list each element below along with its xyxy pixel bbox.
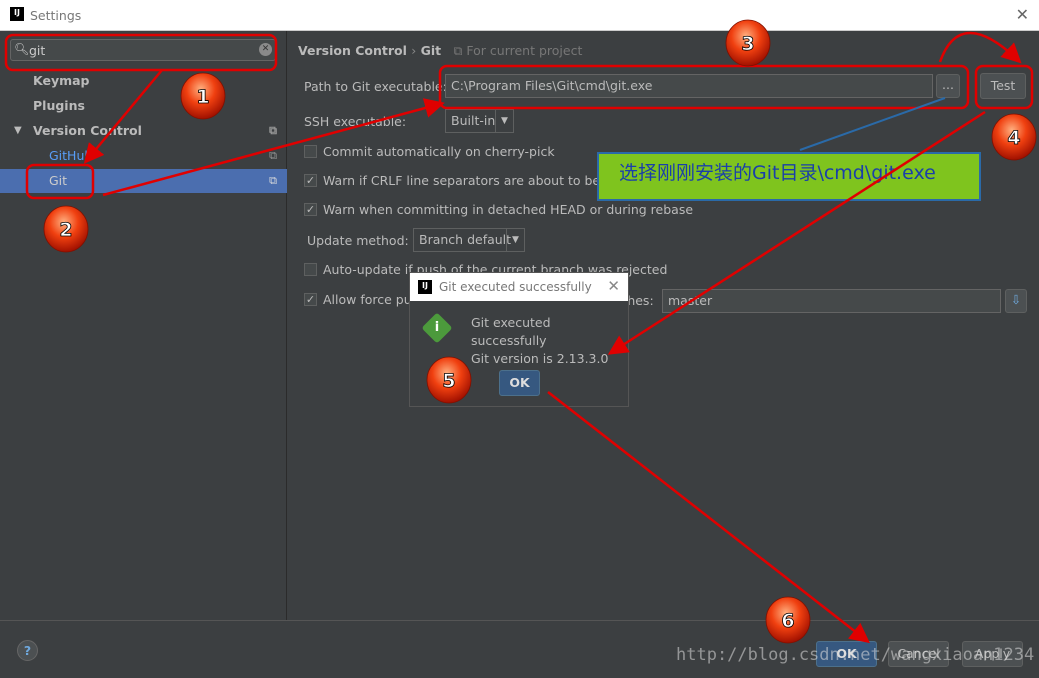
title-bar: IJ Settings ✕ (0, 0, 1039, 31)
app-logo-icon: IJ (10, 7, 24, 21)
dialog-title-bar: IJ Git executed successfully ✕ (410, 273, 628, 301)
update-method-value: Branch default (419, 232, 512, 247)
ssh-select[interactable]: Built-in ▼ (445, 109, 514, 133)
dialog-message: Git executed successfully Git version is… (471, 314, 628, 368)
checkmark-icon: ✓ (304, 174, 317, 187)
watermark: http://blog.csdn.net/wangxiaoan1234 (676, 645, 1035, 665)
chevron-down-icon: ▼ (495, 110, 513, 132)
chevron-down-icon: ▼ (506, 229, 524, 251)
project-scope-icon: ⧉ (269, 124, 277, 137)
sidebar-item-version-control[interactable]: ▼ Version Control ⧉ (0, 119, 287, 143)
project-scope-icon: ⧉ (269, 174, 277, 187)
dialog-title: Git executed successfully (439, 280, 592, 294)
test-button[interactable]: Test (980, 73, 1026, 99)
update-method-label: Update method: (307, 233, 409, 248)
checkbox-icon (304, 263, 317, 276)
sidebar-item-label: Version Control (33, 123, 142, 138)
update-method-select[interactable]: Branch default ▼ (413, 228, 525, 252)
path-label: Path to Git executable: (304, 79, 447, 94)
checkbox-icon (304, 145, 317, 158)
scope-label: ⧉ For current project (453, 43, 583, 58)
browse-button[interactable]: ... (936, 74, 960, 98)
message-line: Git executed successfully (471, 315, 551, 348)
sidebar-item-label: Git (49, 173, 68, 188)
window-title: Settings (30, 8, 82, 23)
search-icon: 🔍︎ (14, 42, 30, 56)
help-button[interactable]: ? (17, 640, 38, 661)
scope-text: For current project (466, 43, 583, 58)
info-icon: i (421, 312, 453, 344)
breadcrumb-page: Git (420, 43, 442, 58)
ssh-value: Built-in (451, 113, 496, 128)
close-icon[interactable]: ✕ (1016, 5, 1029, 24)
cherry-pick-checkbox[interactable]: Commit automatically on cherry-pick (304, 143, 555, 161)
expand-field-icon[interactable]: ⇩ (1005, 289, 1027, 313)
force-push-checkbox[interactable]: ✓ Allow force push (304, 291, 426, 309)
sidebar: 🔍︎ git ✕ Keymap Plugins ▼ Version Contro… (0, 31, 287, 620)
checkbox-label: Commit automatically on cherry-pick (323, 144, 555, 159)
breadcrumb: Version Control › Git ⧉ For current proj… (298, 43, 582, 59)
checkbox-label: Warn when committing in detached HEAD or… (323, 202, 694, 217)
checkmark-icon: ✓ (304, 203, 317, 216)
checkmark-icon: ✓ (304, 293, 317, 306)
search-input[interactable]: 🔍︎ git ✕ (10, 39, 276, 61)
project-scope-icon: ⧉ (269, 149, 277, 162)
git-success-dialog: IJ Git executed successfully ✕ i Git exe… (409, 272, 629, 407)
settings-panel: Version Control › Git ⧉ For current proj… (288, 31, 1039, 620)
sidebar-item-plugins[interactable]: Plugins (0, 94, 287, 118)
sidebar-item-label: GitHub (49, 148, 93, 163)
search-value: git (29, 43, 46, 58)
annotation-note: 选择刚刚安装的Git目录\cmd\git.exe (597, 152, 981, 201)
app-logo-icon: IJ (418, 280, 432, 294)
breadcrumb-section: Version Control (298, 43, 407, 58)
sidebar-item-github[interactable]: GitHub ⧉ (0, 144, 287, 168)
git-path-input[interactable]: C:\Program Files\Git\cmd\git.exe (445, 74, 933, 98)
sidebar-item-keymap[interactable]: Keymap (0, 69, 287, 93)
close-icon[interactable]: ✕ (607, 277, 620, 295)
breadcrumb-separator: › (411, 43, 417, 58)
expand-arrow-icon[interactable]: ▼ (14, 119, 22, 143)
sidebar-item-git[interactable]: Git ⧉ (0, 169, 287, 193)
clear-search-icon[interactable]: ✕ (259, 43, 272, 56)
protected-branches-input[interactable]: master (662, 289, 1001, 313)
git-version-text: Git version is 2.13.3.0 (471, 351, 609, 366)
detached-head-checkbox[interactable]: ✓ Warn when committing in detached HEAD o… (304, 201, 693, 219)
dialog-ok-button[interactable]: OK (499, 370, 540, 396)
ssh-label: SSH executable: (304, 114, 407, 129)
